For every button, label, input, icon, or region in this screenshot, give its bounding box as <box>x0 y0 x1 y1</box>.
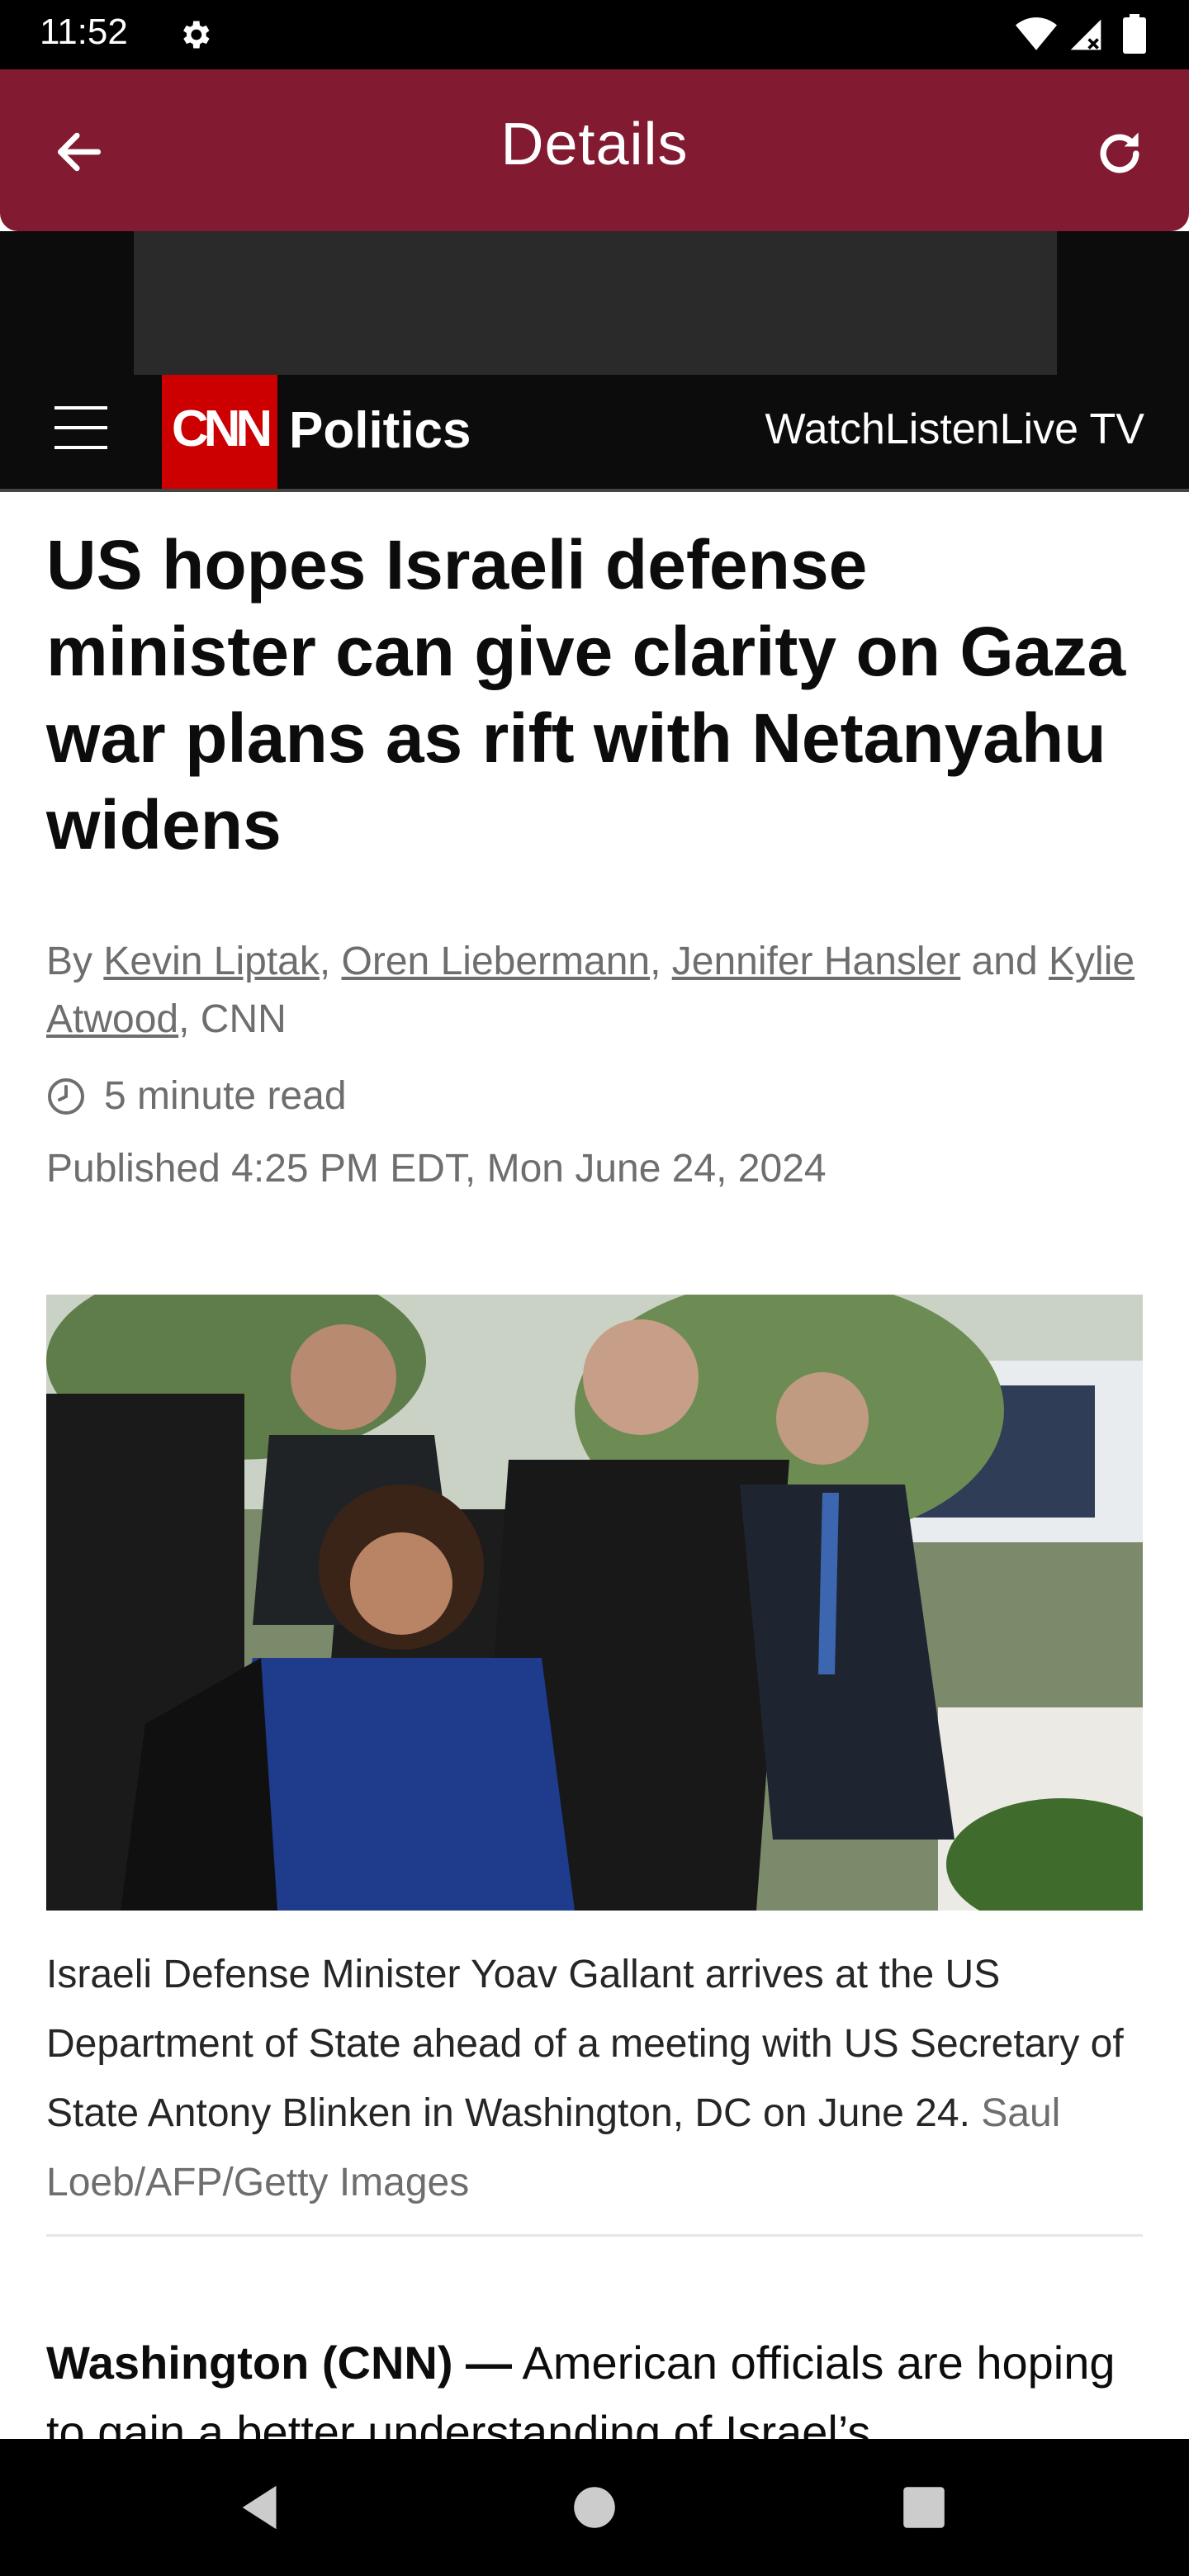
settings-gear-icon <box>183 21 210 49</box>
wifi-icon <box>1016 17 1057 50</box>
site-top-nav: Watch Listen Live TV <box>765 405 1144 454</box>
caption-divider <box>46 2234 1143 2237</box>
nav-link-live-tv[interactable]: Live TV <box>1000 405 1144 454</box>
hamburger-menu-icon[interactable] <box>54 405 107 451</box>
byline-suffix: , CNN <box>178 997 287 1041</box>
nav-back-icon[interactable] <box>233 2479 291 2536</box>
nav-home-icon[interactable] <box>566 2479 623 2536</box>
status-time: 11:52 <box>40 12 128 52</box>
nav-link-listen[interactable]: Listen <box>885 405 1000 454</box>
article-photo[interactable] <box>46 1295 1143 1911</box>
cnn-logo-text: CNN <box>171 400 272 457</box>
section-label[interactable]: Politics <box>289 401 471 460</box>
byline-separator: , <box>319 940 342 983</box>
article-lede: Washington (CNN) — American officials ar… <box>46 2328 1144 2439</box>
article-webview[interactable]: CNN Politics Watch Listen Live TV US hop… <box>0 231 1189 2439</box>
author-link[interactable]: Oren Liebermann <box>342 940 651 983</box>
published-timestamp: Published 4:25 PM EDT, Mon June 24, 2024 <box>46 1147 827 1191</box>
status-bar: 11:52 <box>0 0 1189 69</box>
byline-separator: , <box>650 940 672 983</box>
battery-icon <box>1123 14 1146 54</box>
app-bar-title: Details <box>500 111 689 178</box>
app-bar: Details <box>0 69 1189 231</box>
caption-text: Israeli Defense Minister Yoav Gallant ar… <box>46 1953 1124 2135</box>
nav-recents-icon[interactable] <box>895 2479 953 2536</box>
read-time: 5 minute read <box>46 1073 347 1119</box>
byline-and: and <box>960 940 1049 983</box>
cell-signal-icon <box>1070 19 1101 50</box>
author-link[interactable]: Kevin Liptak <box>103 940 320 983</box>
read-time-label: 5 minute read <box>104 1074 347 1118</box>
ad-placeholder <box>134 231 1057 375</box>
dateline: Washington (CNN) — <box>46 2337 513 2389</box>
cnn-logo[interactable]: CNN <box>162 375 277 489</box>
nav-link-watch[interactable]: Watch <box>765 405 884 454</box>
system-nav-bar <box>0 2439 1189 2576</box>
byline-prefix: By <box>46 940 104 983</box>
author-link[interactable]: Jennifer Hansler <box>672 940 961 983</box>
refresh-icon[interactable] <box>1092 125 1148 182</box>
byline: By Kevin Liptak, Oren Liebermann, Jennif… <box>46 933 1144 1049</box>
article-headline: US hopes Israeli defense minister can gi… <box>46 526 1126 864</box>
photo-caption: Israeli Defense Minister Yoav Gallant ar… <box>46 1940 1144 2218</box>
nav-divider <box>0 489 1189 492</box>
clock-icon <box>48 1077 84 1115</box>
